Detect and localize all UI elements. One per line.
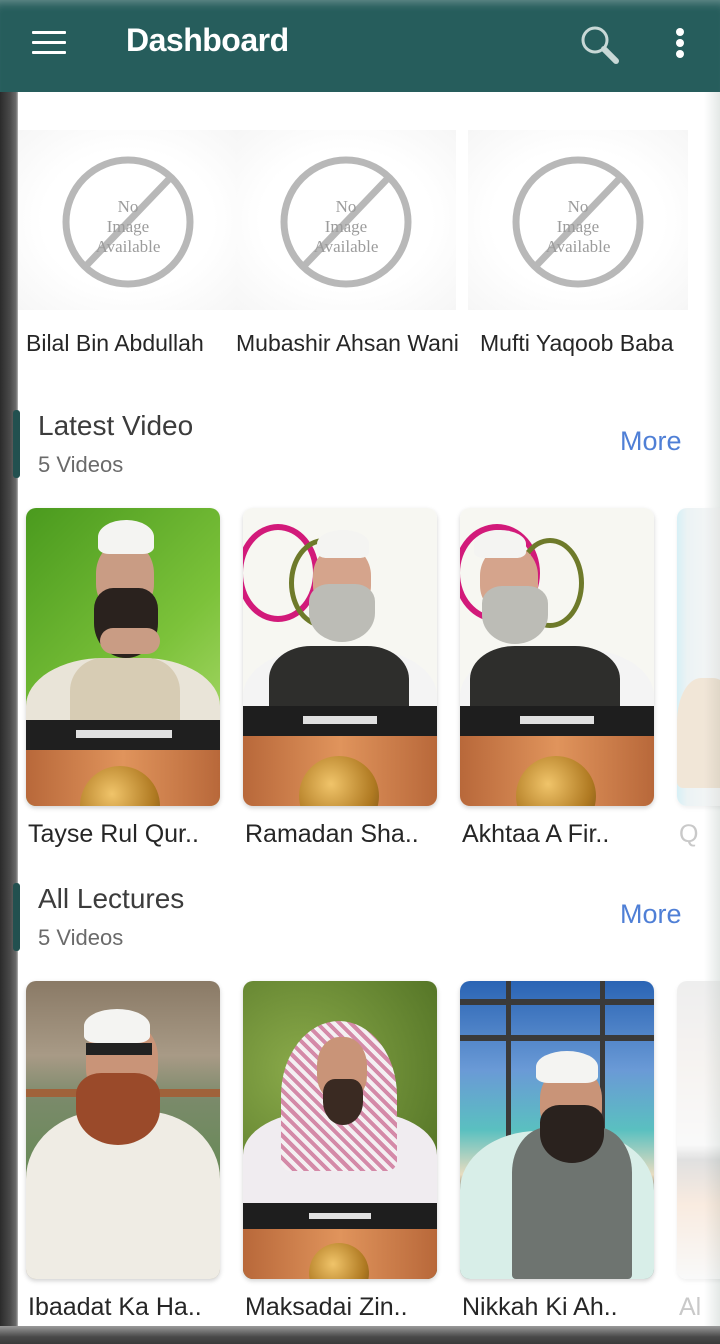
video-card[interactable]: Nikkah Ki Ah.. bbox=[460, 981, 654, 1341]
section-count: 5 Videos bbox=[38, 925, 124, 950]
scholar-card[interactable]: No Image Available Bilal Bin Abdullah bbox=[18, 130, 238, 370]
more-vert-icon[interactable] bbox=[674, 28, 686, 60]
svg-text:Image: Image bbox=[325, 217, 367, 236]
no-image-icon: No Image Available bbox=[62, 156, 194, 288]
video-thumbnail bbox=[243, 981, 437, 1279]
video-card[interactable]: Ramadan Sha.. bbox=[243, 508, 437, 868]
latest-video-carousel: Tayse Rul Qur.. Ramadan Sha.. Akhtaa A F… bbox=[0, 508, 720, 868]
svg-text:Image: Image bbox=[107, 217, 149, 236]
video-title: Q bbox=[679, 820, 699, 848]
video-card[interactable]: Al bbox=[677, 981, 720, 1341]
svg-text:Available: Available bbox=[96, 237, 161, 256]
svg-text:Image: Image bbox=[557, 217, 599, 236]
scholar-name: Bilal Bin Abdullah bbox=[26, 330, 204, 356]
scholar-image: No Image Available bbox=[18, 130, 238, 310]
scholar-card[interactable]: No Image Available Mufti Yaqoob Baba bbox=[468, 130, 688, 370]
video-card[interactable]: Q bbox=[677, 508, 720, 868]
video-card[interactable]: Ibaadat Ka Ha.. bbox=[26, 981, 220, 1341]
device-frame: Dashboard No Image Available Bilal Bin A… bbox=[0, 0, 720, 1344]
no-image-icon: No Image Available bbox=[280, 156, 412, 288]
video-thumbnail bbox=[677, 981, 720, 1279]
video-title: Tayse Rul Qur.. bbox=[28, 820, 199, 848]
more-button[interactable]: More bbox=[620, 899, 682, 930]
video-thumbnail bbox=[243, 508, 437, 806]
section-title: Latest Video bbox=[38, 410, 194, 441]
video-card[interactable]: Tayse Rul Qur.. bbox=[26, 508, 220, 868]
video-title: Al bbox=[679, 1293, 702, 1321]
search-icon[interactable] bbox=[578, 24, 622, 66]
video-title: Maksadai Zin.. bbox=[245, 1293, 408, 1321]
scholar-name: Mufti Yaqoob Baba bbox=[480, 330, 674, 356]
all-lectures-header: All Lectures 5 Videos More bbox=[0, 875, 720, 955]
svg-text:Available: Available bbox=[314, 237, 379, 256]
scholar-image: No Image Available bbox=[236, 130, 456, 310]
app-bar: Dashboard bbox=[0, 0, 720, 92]
video-title: Nikkah Ki Ah.. bbox=[462, 1293, 618, 1321]
svg-text:No: No bbox=[336, 197, 357, 216]
menu-icon[interactable] bbox=[32, 31, 66, 55]
bottom-edge bbox=[0, 1326, 720, 1344]
video-card[interactable]: Maksadai Zin.. bbox=[243, 981, 437, 1341]
more-button[interactable]: More bbox=[620, 426, 682, 457]
section-accent-bar bbox=[13, 883, 20, 951]
scholar-image: No Image Available bbox=[468, 130, 688, 310]
video-card[interactable]: Akhtaa A Fir.. bbox=[460, 508, 654, 868]
latest-video-header: Latest Video 5 Videos More bbox=[0, 402, 720, 482]
video-title: Ibaadat Ka Ha.. bbox=[28, 1293, 202, 1321]
video-thumbnail bbox=[677, 508, 720, 806]
page-title: Dashboard bbox=[126, 22, 289, 58]
scholar-name: Mubashir Ahsan Wani bbox=[236, 330, 459, 356]
svg-text:Available: Available bbox=[546, 237, 611, 256]
section-count: 5 Videos bbox=[38, 452, 124, 477]
svg-text:No: No bbox=[568, 197, 589, 216]
no-image-icon: No Image Available bbox=[512, 156, 644, 288]
svg-text:No: No bbox=[118, 197, 139, 216]
video-title: Ramadan Sha.. bbox=[245, 820, 419, 848]
scholar-card[interactable]: No Image Available Mubashir Ahsan Wani bbox=[236, 130, 459, 370]
video-thumbnail bbox=[460, 981, 654, 1279]
video-title: Akhtaa A Fir.. bbox=[462, 820, 610, 848]
video-thumbnail bbox=[460, 508, 654, 806]
section-title: All Lectures bbox=[38, 883, 185, 914]
scholars-carousel: No Image Available Bilal Bin Abdullah No… bbox=[0, 130, 720, 370]
video-thumbnail bbox=[26, 508, 220, 806]
section-accent-bar bbox=[13, 410, 20, 478]
all-lectures-carousel: Ibaadat Ka Ha.. Maksadai Zin.. Nikkah Ki… bbox=[0, 981, 720, 1341]
video-thumbnail bbox=[26, 981, 220, 1279]
